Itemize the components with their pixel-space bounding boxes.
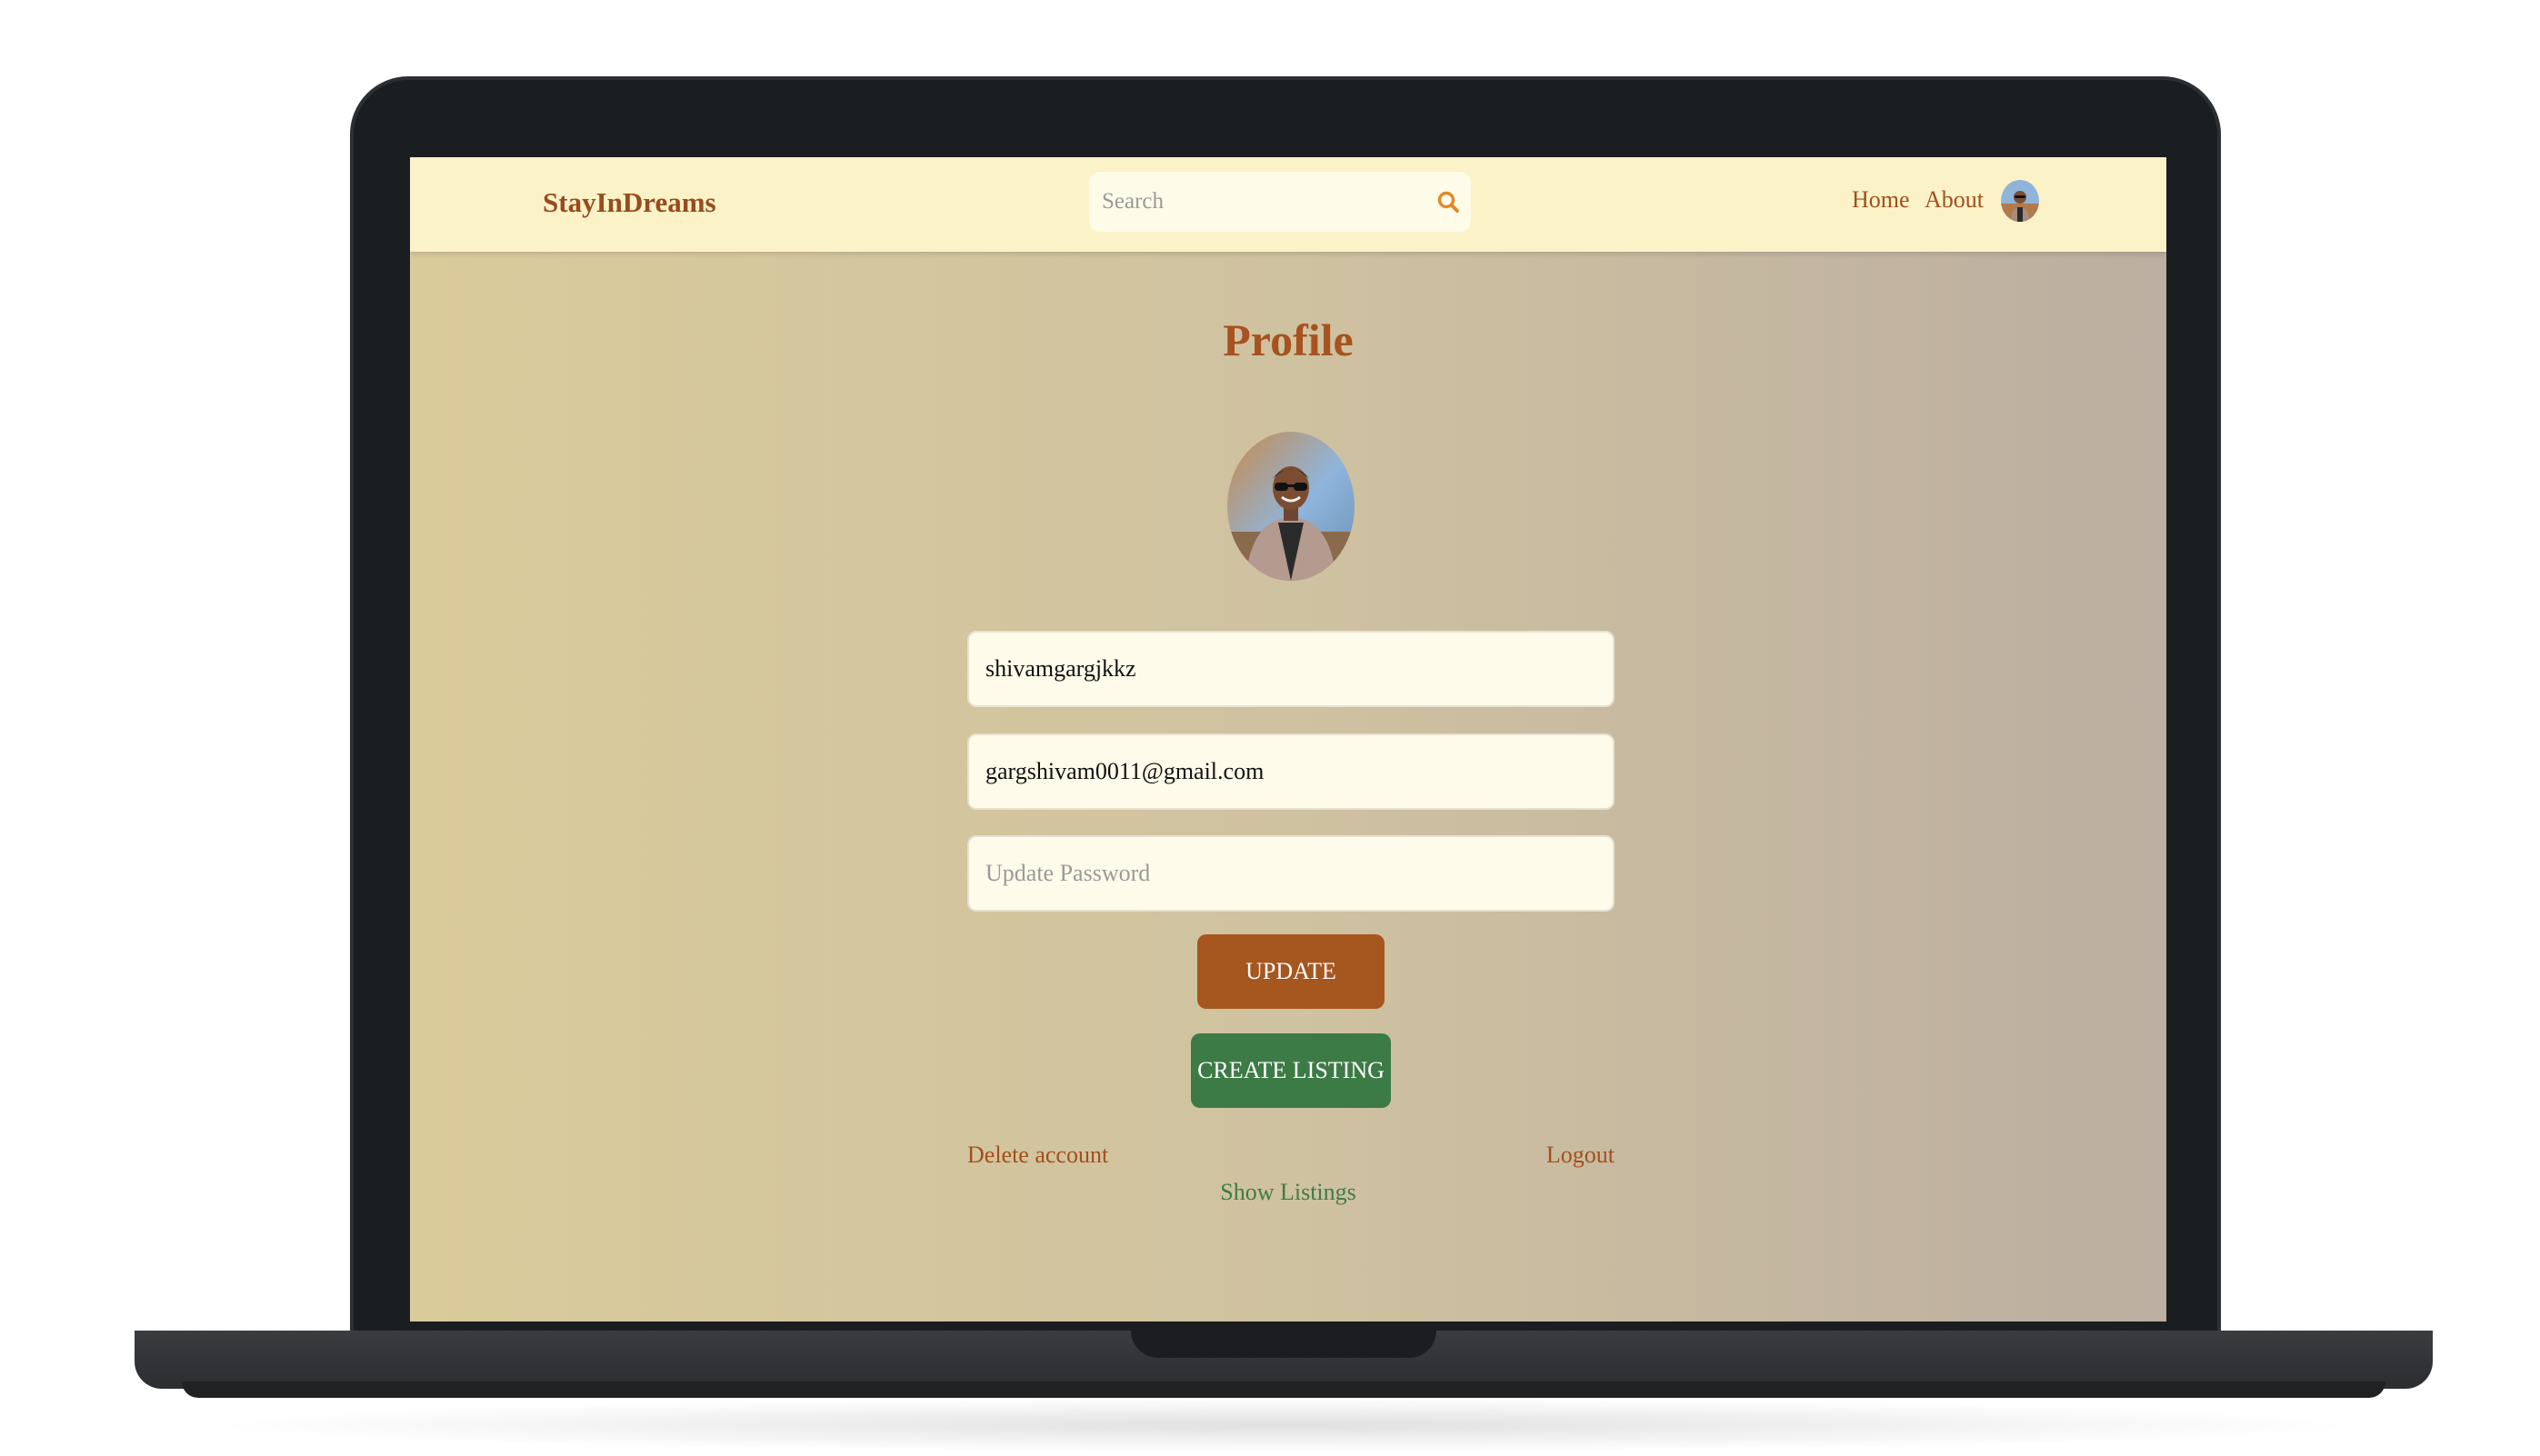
search-box [1089, 172, 1471, 232]
screen: StayInDreams Home About Profile [410, 157, 2166, 1321]
profile-avatar[interactable] [1227, 432, 1355, 581]
nav-link-home[interactable]: Home [1852, 186, 1910, 214]
nav-link-about[interactable]: About [1925, 186, 1984, 214]
update-button[interactable]: UPDATE [1197, 934, 1385, 1009]
page-title: Profile [1223, 314, 1354, 365]
search-input[interactable] [1100, 181, 1409, 223]
avatar[interactable] [2001, 180, 2039, 222]
username-field[interactable] [967, 631, 1615, 707]
password-field[interactable] [967, 835, 1615, 912]
navbar: StayInDreams Home About [410, 157, 2166, 252]
laptop-shadow [200, 1398, 2367, 1452]
laptop-notch [1131, 1331, 1436, 1358]
show-listings-row: Show Listings [410, 1179, 2166, 1206]
show-listings-link[interactable]: Show Listings [1220, 1179, 1356, 1205]
brand-logo[interactable]: StayInDreams [543, 186, 716, 219]
create-listing-button[interactable]: CREATE LISTING [1191, 1033, 1391, 1108]
logout-link[interactable]: Logout [1546, 1142, 1615, 1169]
email-field[interactable] [967, 733, 1615, 810]
laptop-base-foot [182, 1381, 2385, 1398]
search-icon[interactable] [1436, 190, 1460, 214]
delete-account-link[interactable]: Delete account [967, 1142, 1108, 1169]
